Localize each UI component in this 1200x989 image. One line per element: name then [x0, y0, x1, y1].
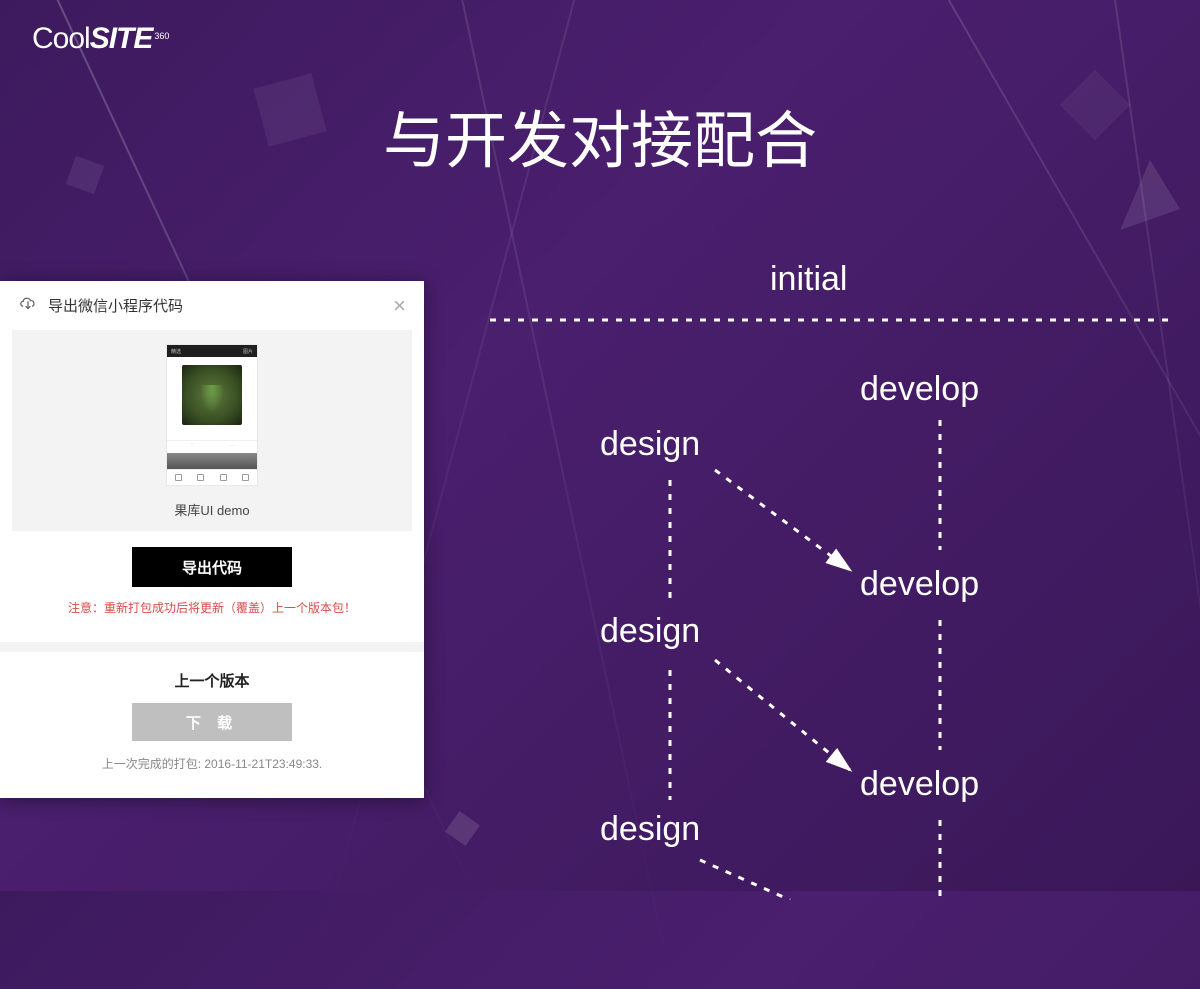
- diagram-label-develop-3: develop: [860, 765, 979, 804]
- last-build-timestamp: 上一次完成的打包: 2016-11-21T23:49:33.: [12, 755, 412, 772]
- page-title: 与开发对接配合: [0, 90, 1200, 180]
- logo-part3: 360: [154, 32, 169, 41]
- export-code-button[interactable]: 导出代码: [132, 547, 292, 587]
- workflow-diagram: initial design design design develop dev…: [490, 260, 1170, 880]
- diagram-label-initial: initial: [770, 260, 847, 299]
- brand-logo: CoolSITE360: [32, 22, 167, 56]
- export-dialog: 导出微信小程序代码 × 精选图片 ♡⋯ 果库UI demo 导出代码 注意：重新…: [0, 281, 424, 798]
- phone-preview: 精选图片 ♡⋯: [166, 344, 258, 486]
- diagram-label-design-1: design: [600, 425, 700, 464]
- logo-part1: Cool: [32, 22, 90, 56]
- dialog-section-previous: 上一个版本 下 载 上一次完成的打包: 2016-11-21T23:49:33.: [0, 642, 424, 798]
- phone-preview-image: [182, 365, 242, 425]
- diagram-label-develop-2: develop: [860, 565, 979, 604]
- download-button[interactable]: 下 载: [132, 703, 292, 741]
- phone-tab-left: 精选: [171, 348, 181, 355]
- dialog-section-current: 精选图片 ♡⋯ 果库UI demo 导出代码 注意：重新打包成功后将更新（覆盖）…: [0, 330, 424, 640]
- close-icon[interactable]: ×: [393, 297, 406, 315]
- phone-preview-caption: [167, 429, 257, 440]
- dialog-title: 导出微信小程序代码: [48, 295, 183, 316]
- warning-text: 注意：重新打包成功后将更新（覆盖）上一个版本包！: [12, 599, 412, 620]
- logo-part2: SITE: [90, 22, 153, 56]
- diagram-label-design-2: design: [600, 612, 700, 651]
- preview-label: 果库UI demo: [174, 500, 249, 519]
- previous-version-title: 上一个版本: [12, 670, 412, 691]
- preview-zone: 精选图片 ♡⋯ 果库UI demo: [12, 330, 412, 531]
- dialog-header: 导出微信小程序代码 ×: [0, 281, 424, 330]
- phone-tab-right: 图片: [243, 348, 253, 355]
- diagram-label-develop-1: develop: [860, 370, 979, 409]
- cloud-download-icon: [18, 295, 38, 316]
- diagram-label-design-3: design: [600, 810, 700, 849]
